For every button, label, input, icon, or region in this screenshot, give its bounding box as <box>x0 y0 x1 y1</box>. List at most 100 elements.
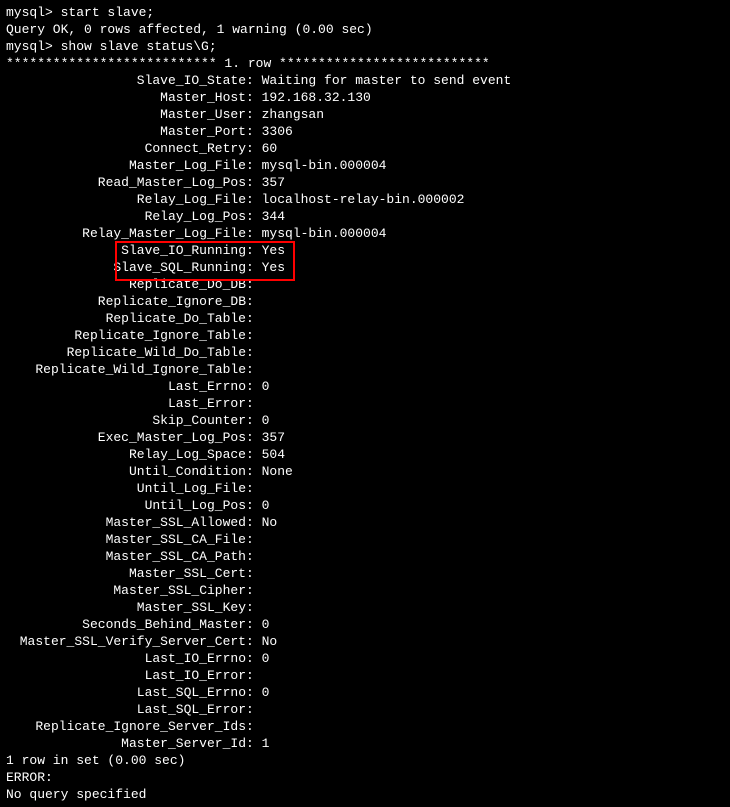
status-sep: : <box>246 565 262 582</box>
status-key: Replicate_Ignore_DB <box>6 293 246 310</box>
status-row: Master_SSL_Cipher: <box>6 582 724 599</box>
status-sep: : <box>246 480 262 497</box>
status-row: Master_SSL_CA_File: <box>6 531 724 548</box>
prompt-line: mysql> start slave; <box>6 4 724 21</box>
status-sep: : <box>246 276 262 293</box>
status-value: 0 <box>262 497 270 514</box>
terminal-output: mysql> start slave; Query OK, 0 rows aff… <box>6 4 724 803</box>
status-row: Slave_IO_State: Waiting for master to se… <box>6 72 724 89</box>
status-sep: : <box>246 514 262 531</box>
status-row: Until_Log_File: <box>6 480 724 497</box>
status-key: Read_Master_Log_Pos <box>6 174 246 191</box>
status-row: Last_SQL_Errno: 0 <box>6 684 724 701</box>
status-value: 0 <box>262 378 270 395</box>
status-key: Replicate_Wild_Ignore_Table <box>6 361 246 378</box>
status-key: Last_IO_Errno <box>6 650 246 667</box>
status-value: 344 <box>262 208 285 225</box>
status-value: 357 <box>262 174 285 191</box>
status-sep: : <box>246 174 262 191</box>
status-key: Replicate_Wild_Do_Table <box>6 344 246 361</box>
status-sep: : <box>246 718 262 735</box>
status-key: Until_Log_File <box>6 480 246 497</box>
status-row: Replicate_Ignore_Server_Ids: <box>6 718 724 735</box>
status-sep: : <box>246 259 262 276</box>
status-value: 0 <box>262 650 270 667</box>
status-key: Slave_IO_State <box>6 72 246 89</box>
status-sep: : <box>246 616 262 633</box>
status-key: Seconds_Behind_Master <box>6 616 246 633</box>
rows-in-set: 1 row in set (0.00 sec) <box>6 752 724 769</box>
status-row: Connect_Retry: 60 <box>6 140 724 157</box>
status-key: Relay_Log_Pos <box>6 208 246 225</box>
status-key: Relay_Master_Log_File <box>6 225 246 242</box>
status-key: Last_SQL_Errno <box>6 684 246 701</box>
status-key: Relay_Log_Space <box>6 446 246 463</box>
status-sep: : <box>246 497 262 514</box>
status-key: Master_SSL_Cert <box>6 565 246 582</box>
status-row: Master_SSL_Cert: <box>6 565 724 582</box>
status-sep: : <box>246 327 262 344</box>
status-value: Yes <box>262 242 285 259</box>
status-row: Last_Error: <box>6 395 724 412</box>
status-value: zhangsan <box>262 106 324 123</box>
status-key: Last_Error <box>6 395 246 412</box>
status-sep: : <box>246 548 262 565</box>
prompt-line: mysql> show slave status\G; <box>6 38 724 55</box>
status-row: Slave_IO_Running: Yes <box>6 242 724 259</box>
status-row: Replicate_Ignore_Table: <box>6 327 724 344</box>
status-row: Replicate_Wild_Do_Table: <box>6 344 724 361</box>
status-row: Seconds_Behind_Master: 0 <box>6 616 724 633</box>
status-sep: : <box>246 531 262 548</box>
status-row: Master_Port: 3306 <box>6 123 724 140</box>
status-key: Master_SSL_CA_File <box>6 531 246 548</box>
status-sep: : <box>246 412 262 429</box>
status-key: Slave_IO_Running <box>6 242 246 259</box>
status-row: Slave_SQL_Running: Yes <box>6 259 724 276</box>
status-row: Replicate_Do_DB: <box>6 276 724 293</box>
status-sep: : <box>246 701 262 718</box>
status-key: Skip_Counter <box>6 412 246 429</box>
status-value: No <box>262 633 278 650</box>
status-row: Last_Errno: 0 <box>6 378 724 395</box>
status-value: 192.168.32.130 <box>262 89 371 106</box>
error-label: ERROR: <box>6 769 724 786</box>
status-value: None <box>262 463 293 480</box>
status-row: Replicate_Wild_Ignore_Table: <box>6 361 724 378</box>
status-key: Master_Host <box>6 89 246 106</box>
status-row: Until_Log_Pos: 0 <box>6 497 724 514</box>
status-sep: : <box>246 361 262 378</box>
status-row: Last_IO_Error: <box>6 667 724 684</box>
status-key: Last_IO_Error <box>6 667 246 684</box>
status-row: Relay_Log_Space: 504 <box>6 446 724 463</box>
status-row: Master_Server_Id: 1 <box>6 735 724 752</box>
status-sep: : <box>246 650 262 667</box>
status-row: Master_User: zhangsan <box>6 106 724 123</box>
status-value: 60 <box>262 140 278 157</box>
status-sep: : <box>246 242 262 259</box>
no-query-line: No query specified <box>6 786 724 803</box>
status-sep: : <box>246 633 262 650</box>
status-sep: : <box>246 599 262 616</box>
status-key: Master_Log_File <box>6 157 246 174</box>
status-sep: : <box>246 446 262 463</box>
status-key: Master_SSL_Allowed <box>6 514 246 531</box>
status-row: Master_Host: 192.168.32.130 <box>6 89 724 106</box>
status-row: Last_IO_Errno: 0 <box>6 650 724 667</box>
status-sep: : <box>246 106 262 123</box>
status-value: 504 <box>262 446 285 463</box>
status-row: Relay_Log_File: localhost-relay-bin.0000… <box>6 191 724 208</box>
status-row: Master_SSL_CA_Path: <box>6 548 724 565</box>
status-key: Replicate_Ignore_Server_Ids <box>6 718 246 735</box>
status-row: Last_SQL_Error: <box>6 701 724 718</box>
status-key: Replicate_Do_Table <box>6 310 246 327</box>
status-row: Master_SSL_Allowed: No <box>6 514 724 531</box>
status-key: Last_Errno <box>6 378 246 395</box>
status-row: Replicate_Do_Table: <box>6 310 724 327</box>
status-value: 1 <box>262 735 270 752</box>
status-row: Master_Log_File: mysql-bin.000004 <box>6 157 724 174</box>
status-sep: : <box>246 310 262 327</box>
status-row: Read_Master_Log_Pos: 357 <box>6 174 724 191</box>
status-sep: : <box>246 395 262 412</box>
status-sep: : <box>246 72 262 89</box>
status-block: Slave_IO_State: Waiting for master to se… <box>6 72 724 752</box>
